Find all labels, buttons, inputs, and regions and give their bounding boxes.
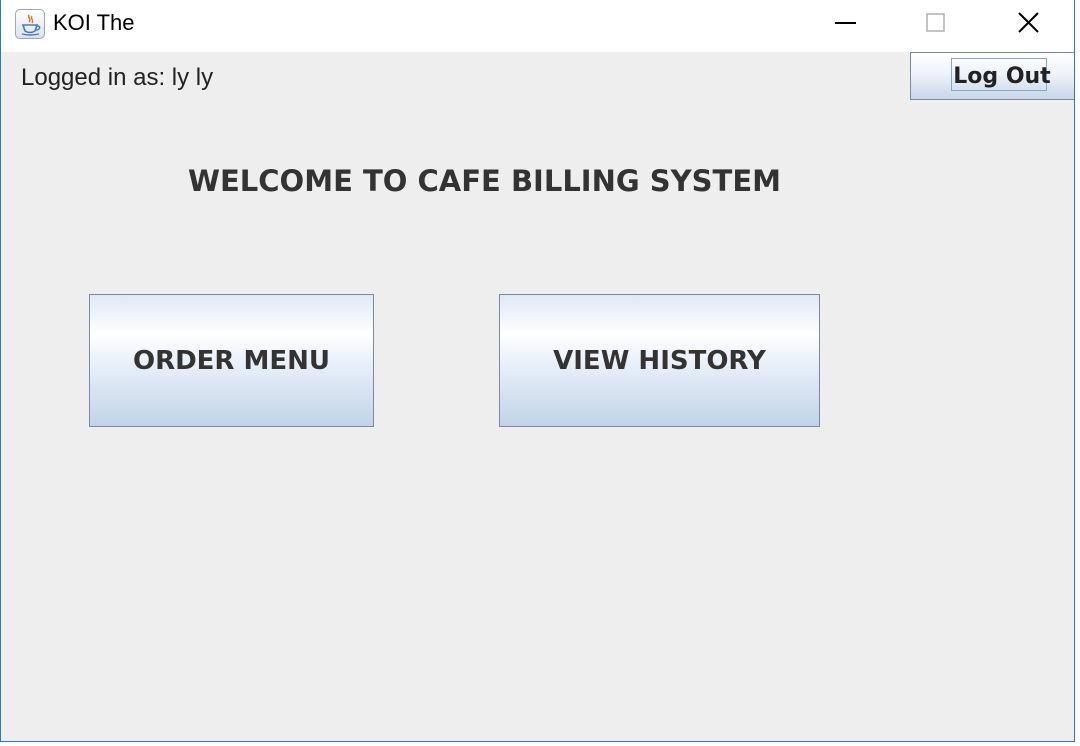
background-desktop-bottom	[0, 742, 1080, 746]
maximize-icon	[926, 13, 945, 32]
java-cup-icon[interactable]	[15, 9, 45, 39]
background-desktop-strip	[1075, 0, 1080, 746]
close-icon	[1018, 12, 1039, 33]
logout-button[interactable]: Log Out	[910, 52, 1074, 100]
minimize-icon	[835, 22, 856, 24]
maximize-button[interactable]	[913, 0, 959, 48]
window-title: KOI The	[53, 10, 135, 35]
close-button[interactable]	[1006, 0, 1052, 48]
app-window: KOI The Logged in as: ly ly Log Out WELC…	[0, 0, 1075, 742]
order-menu-button[interactable]: ORDER MENU	[89, 294, 374, 427]
logged-in-label: Logged in as: ly ly	[21, 64, 214, 91]
minimize-button[interactable]	[823, 0, 869, 48]
logout-button-label: Log Out	[953, 63, 1051, 89]
view-history-label: VIEW HISTORY	[553, 345, 766, 376]
view-history-button[interactable]: VIEW HISTORY	[499, 294, 820, 427]
title-bar[interactable]: KOI The	[1, 0, 1074, 52]
order-menu-label: ORDER MENU	[132, 345, 331, 376]
welcome-heading: WELCOME TO CAFE BILLING SYSTEM	[188, 164, 781, 198]
